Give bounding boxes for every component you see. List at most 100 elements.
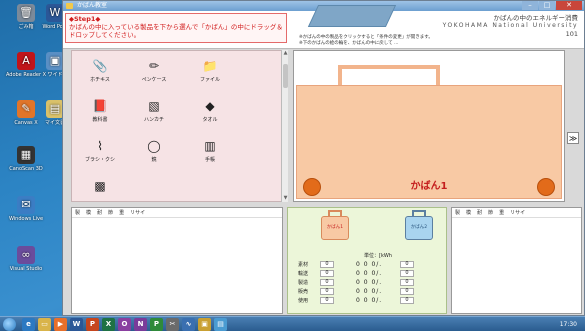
app-window: かばん教室 – □ ✕ ◆Step1◆ かばんの中に入っている製品を下から選んで… bbox=[62, 0, 585, 316]
value-cell: 0 bbox=[400, 297, 414, 304]
column-header: 耐 bbox=[477, 210, 483, 216]
scroll-up-icon[interactable]: ▲ bbox=[282, 50, 289, 57]
product-brush[interactable]: ⌇ ブラシ・クシ bbox=[76, 137, 124, 163]
window-title: かばん教室 bbox=[77, 2, 108, 9]
visual-studio-icon: ∞ bbox=[17, 246, 35, 264]
product-label: ペンケース bbox=[141, 77, 167, 83]
column-header: 節 bbox=[488, 210, 494, 216]
onenote-icon[interactable]: O bbox=[118, 318, 131, 331]
publisher-icon[interactable]: P bbox=[150, 318, 163, 331]
taskbar: e ▭ ▶ W P X O N P ✂ ∿ ▣ ▤ 17:30 bbox=[0, 316, 585, 331]
mini-bag1[interactable]: かばん1 bbox=[321, 216, 349, 240]
product-file[interactable]: 📁 ファイル bbox=[186, 57, 234, 83]
column-header: 節 bbox=[108, 210, 114, 216]
product-label: 教科書 bbox=[92, 117, 108, 123]
ie-icon[interactable]: e bbox=[22, 318, 35, 331]
value-cell: 0 bbox=[320, 270, 334, 277]
explorer-icon[interactable]: ▭ bbox=[38, 318, 51, 331]
value-cell: 0 bbox=[320, 279, 334, 286]
product-label: ハンカチ bbox=[143, 117, 164, 123]
note-line: ※下のかばんの絵の輪を、かばんの中に戻して ... bbox=[299, 40, 399, 46]
word-icon[interactable]: W bbox=[70, 318, 83, 331]
column-header: 模 bbox=[466, 210, 472, 216]
row-label: 製造 bbox=[298, 280, 309, 286]
handkerchief-icon: ▧ bbox=[148, 99, 160, 113]
scroll-thumb[interactable] bbox=[283, 64, 288, 88]
product-label: タオル bbox=[202, 117, 218, 123]
app-title-block: かばんの中のエネルギー消費 YOKOHAMA National Universi… bbox=[443, 14, 578, 38]
value-cell: 0 bbox=[400, 270, 414, 277]
excel-icon[interactable]: X bbox=[102, 318, 115, 331]
product-textbook[interactable]: 📕 教科書 bbox=[76, 97, 124, 123]
row-label: 販売 bbox=[298, 289, 309, 295]
scroll-down-icon[interactable]: ▼ bbox=[282, 195, 289, 202]
folder-icon[interactable]: ▣ bbox=[198, 318, 211, 331]
app-window-task-icon[interactable]: ▤ bbox=[214, 318, 227, 331]
value-cell: 0 bbox=[320, 261, 334, 268]
windows-live-icon: ✉ bbox=[17, 196, 35, 214]
energy-table: 素材 0 0 0 0/. 0 輸送 0 0 0 0/. 0 製造 0 0 0 0… bbox=[298, 260, 436, 305]
value-cell: 0 bbox=[320, 288, 334, 295]
list-header: 製 模 耐 節 重 リサイ bbox=[72, 208, 282, 218]
bag-wheel-left bbox=[303, 178, 321, 196]
product-label: 手帳 bbox=[204, 157, 215, 163]
product-handkerchief[interactable]: ▧ ハンカチ bbox=[130, 97, 178, 123]
product-label: ブラシ・クシ bbox=[85, 157, 115, 163]
mirror-icon: ◯ bbox=[147, 139, 161, 153]
tool-icon[interactable]: ✂ bbox=[166, 318, 179, 331]
bag-handle bbox=[338, 65, 440, 85]
value-mid: 0 0 0/. bbox=[356, 297, 383, 304]
header: ◆Step1◆ かばんの中に入っている製品を下から選んで「かばん」の中にドラッグ… bbox=[63, 5, 584, 49]
stapler-icon: 📎 bbox=[92, 59, 108, 73]
maximize-button[interactable]: □ bbox=[539, 1, 555, 10]
row-label: 使用 bbox=[298, 298, 309, 304]
product-towel[interactable]: ◆ タオル bbox=[186, 97, 234, 123]
minimize-button[interactable]: – bbox=[522, 1, 538, 10]
towel-icon: ◆ bbox=[205, 99, 215, 113]
column-header: 製 bbox=[75, 210, 81, 216]
product-label: ファイル bbox=[199, 77, 220, 83]
media-player-icon[interactable]: ▶ bbox=[54, 318, 67, 331]
step-title: ◆Step1◆ bbox=[69, 15, 101, 23]
product-mirror[interactable]: ◯ 鏡 bbox=[130, 137, 178, 163]
desktop-icon-scanner[interactable]: ▦ CanoScan 3D bbox=[3, 146, 49, 172]
bag-body[interactable]: かばん1 bbox=[296, 85, 562, 199]
value-cell: 0 bbox=[320, 297, 334, 304]
table-row: 使用 0 0 0 0/. 0 bbox=[298, 296, 436, 305]
desktop-icon-label: Visual Studio bbox=[9, 266, 43, 272]
table-row: 素材 0 0 0 0/. 0 bbox=[298, 260, 436, 269]
desktop-icon-windows-live[interactable]: ✉ Windows Live bbox=[3, 196, 49, 222]
bag-drop-area[interactable]: かばん1 bbox=[293, 50, 565, 202]
desktop-icon-label: CanoScan 3D bbox=[9, 166, 43, 172]
table-row: 販売 0 0 0 0/. 0 bbox=[298, 287, 436, 296]
palette-scrollbar[interactable]: ▲ ▼ bbox=[281, 50, 288, 202]
product-pen-case[interactable]: ✏ ペンケース bbox=[130, 57, 178, 83]
column-header: リサイ bbox=[130, 210, 146, 216]
mini-bag2[interactable]: かばん2 bbox=[405, 216, 433, 240]
desktop-icon-label: Windows Live bbox=[8, 216, 44, 222]
product-palette: 📎 ホチキス ✏ ペンケース 📁 ファイル 📕 教科書 ▧ ハンカチ ◆ タオル… bbox=[71, 50, 285, 202]
taskbar-apps: e ▭ ▶ W P X O N P ✂ ∿ ▣ ▤ bbox=[22, 318, 227, 331]
chart-app-icon[interactable]: ∿ bbox=[182, 318, 195, 331]
value-mid: 0 0 0/. bbox=[356, 270, 383, 277]
product-stapler[interactable]: 📎 ホチキス bbox=[76, 57, 124, 83]
product-more-icon: ▩ bbox=[94, 179, 106, 193]
close-button[interactable]: ✕ bbox=[556, 1, 582, 10]
powerpoint-icon[interactable]: P bbox=[86, 318, 99, 331]
column-header: 重 bbox=[499, 210, 505, 216]
app-title: かばんの中のエネルギー消費 bbox=[493, 14, 579, 22]
year-label: 101 bbox=[565, 30, 578, 38]
pen-case-icon: ✏ bbox=[148, 59, 160, 73]
system-clock[interactable]: 17:30 bbox=[560, 319, 577, 330]
column-header: 重 bbox=[119, 210, 125, 216]
product-notebook[interactable]: ▥ 手帳 bbox=[186, 137, 234, 163]
product-more[interactable]: ▩ bbox=[76, 177, 124, 197]
next-bag-button[interactable]: ≫ bbox=[567, 132, 579, 144]
column-header: 模 bbox=[86, 210, 92, 216]
start-button-icon[interactable] bbox=[3, 318, 16, 331]
units-label: 単位：[kWh bbox=[364, 253, 392, 259]
column-header: 耐 bbox=[97, 210, 103, 216]
desktop-icon-visual-studio[interactable]: ∞ Visual Studio bbox=[3, 246, 49, 272]
onenote-n-icon[interactable]: N bbox=[134, 318, 147, 331]
table-row: 製造 0 0 0 0/. 0 bbox=[298, 278, 436, 287]
